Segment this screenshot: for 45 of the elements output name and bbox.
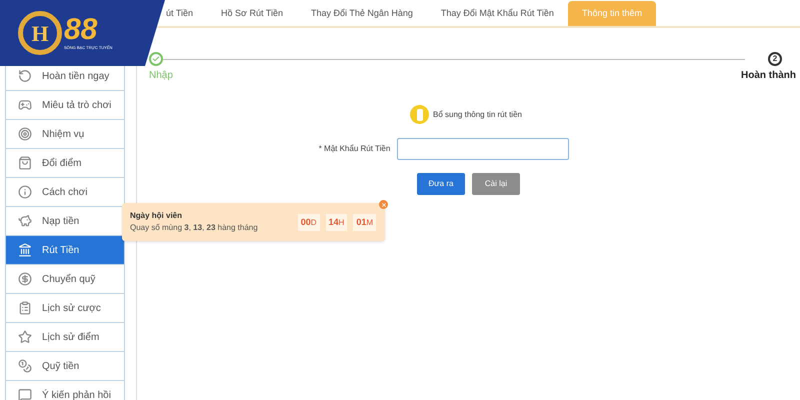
- sidebar-item[interactable]: Nạp tiền: [5, 207, 125, 236]
- info-icon: [18, 185, 32, 199]
- countdown-cell: 00D: [298, 214, 320, 230]
- bank-icon: [18, 243, 32, 257]
- warning-icon: [410, 105, 430, 124]
- sidebar-item[interactable]: Nhiệm vụ: [5, 120, 125, 149]
- countdown-cell: 01M: [353, 214, 376, 230]
- coins-icon: [18, 359, 32, 373]
- field-label: * Mật Khẩu Rút Tiền: [318, 143, 390, 155]
- sidebar-item[interactable]: Ý kiến phản hồi: [5, 381, 125, 400]
- tab[interactable]: út Tiền: [166, 1, 208, 26]
- refund-icon: [18, 69, 32, 83]
- notice-text: Bổ sung thông tin rút tiền: [433, 108, 522, 120]
- sidebar-item[interactable]: Lịch sử điểm: [5, 323, 125, 352]
- bag-icon: [18, 156, 32, 170]
- step-marker: 2: [768, 52, 782, 66]
- sidebar-item[interactable]: Lịch sử cược: [5, 294, 125, 323]
- close-icon: [380, 202, 386, 208]
- tab[interactable]: Hồ Sơ Rút Tiền: [207, 1, 297, 26]
- sidebar-item[interactable]: Đổi điểm: [5, 149, 125, 178]
- sidebar-item[interactable]: Chuyển quỹ: [5, 265, 125, 294]
- dollar-icon: [18, 272, 32, 286]
- tab[interactable]: Thay Đổi Thẻ Ngân Hàng: [296, 1, 427, 26]
- sidebar-item[interactable]: Cách chơi: [5, 178, 125, 207]
- chat-icon: [18, 388, 32, 400]
- piggy-bank-icon: [18, 214, 32, 228]
- logo-ring: H: [18, 11, 62, 55]
- promo-title: Ngày hội viên: [130, 210, 184, 222]
- clipboard-icon: [18, 301, 32, 315]
- check-icon: [152, 55, 160, 63]
- close-button[interactable]: [379, 200, 388, 209]
- target-icon: [18, 127, 32, 141]
- tab[interactable]: Thay Đổi Mật Khẩu Rút Tiền: [426, 1, 568, 26]
- step-label: Hoàn thành: [741, 69, 796, 83]
- gamepad-icon: [18, 98, 32, 112]
- countdown-cell: 14H: [326, 214, 348, 230]
- logo-number: 88: [64, 15, 98, 45]
- submit-button[interactable]: Đưa ra: [417, 173, 465, 195]
- step-label: Nhập: [149, 69, 173, 83]
- sidebar-item[interactable]: Quỹ tiền: [5, 352, 125, 381]
- password-field[interactable]: [397, 138, 570, 160]
- sidebar-item[interactable]: Miêu tả trò chơi: [5, 91, 125, 120]
- promo-text: Quay số mùng 3, 13, 23 hàng tháng: [130, 222, 258, 234]
- sidebar-item[interactable]: Rút Tiền: [5, 236, 125, 265]
- star-icon: [18, 330, 32, 344]
